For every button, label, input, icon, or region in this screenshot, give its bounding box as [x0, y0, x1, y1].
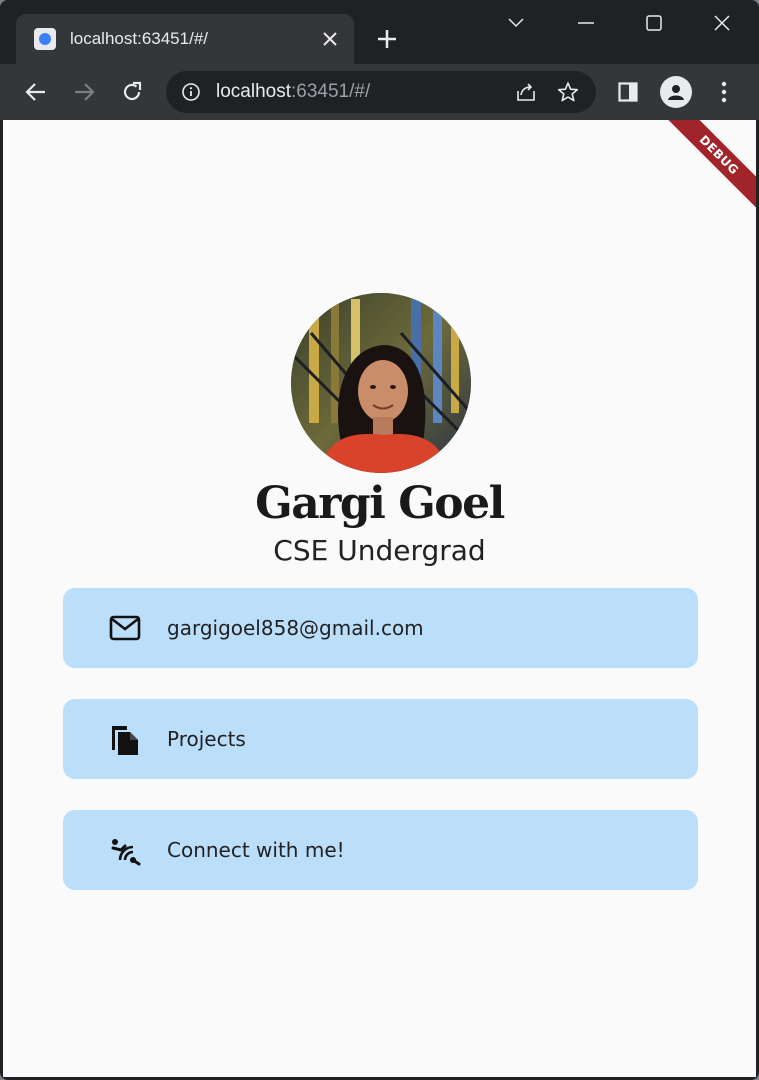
url-path: :63451/#/ [291, 81, 371, 102]
minimize-icon[interactable] [566, 8, 606, 38]
profile-subtitle: CSE Undergrad [273, 534, 486, 567]
favicon-icon [34, 28, 56, 50]
email-label: gargigoel858@gmail.com [167, 616, 424, 640]
side-panel-icon[interactable] [612, 76, 644, 108]
debug-banner: DEBUG [658, 120, 756, 216]
file-copy-icon [109, 723, 141, 755]
app-page: DEBUG Gargi Goel CSE Undergrad gargigoel… [3, 120, 756, 1077]
back-icon[interactable] [20, 76, 52, 108]
connect-card[interactable]: Connect with me! [63, 810, 698, 890]
reload-icon[interactable] [116, 76, 148, 108]
maximize-icon[interactable] [634, 8, 674, 38]
site-info-icon[interactable] [181, 82, 201, 102]
browser-tab[interactable]: localhost:63451/#/ [16, 14, 354, 64]
profile-name: Gargi Goel [255, 478, 505, 529]
mail-icon [109, 612, 141, 644]
url-text: localhost:63451/#/ [216, 81, 512, 103]
projects-card[interactable]: Projects [63, 699, 698, 779]
browser-toolbar: localhost:63451/#/ [0, 64, 759, 120]
close-tab-icon[interactable] [318, 27, 342, 51]
tab-search-icon[interactable] [496, 8, 536, 38]
connect-label: Connect with me! [167, 838, 345, 862]
address-bar[interactable]: localhost:63451/#/ [166, 71, 596, 113]
new-tab-button[interactable] [372, 24, 402, 54]
close-window-icon[interactable] [702, 8, 742, 38]
forward-icon[interactable] [68, 76, 100, 108]
url-host: localhost [216, 81, 291, 102]
projects-label: Projects [167, 727, 246, 751]
tab-strip: localhost:63451/#/ [0, 0, 759, 64]
browser-window: localhost:63451/#/ localhost:63451/#/ DE… [0, 0, 759, 1080]
tab-title: localhost:63451/#/ [70, 29, 208, 48]
profile-photo [291, 293, 471, 473]
bookmark-star-icon[interactable] [554, 78, 582, 106]
email-card[interactable]: gargigoel858@gmail.com [63, 588, 698, 668]
connect-signal-icon [109, 834, 141, 866]
menu-kebab-icon[interactable] [708, 76, 740, 108]
profile-avatar-icon[interactable] [660, 76, 692, 108]
share-icon[interactable] [512, 78, 540, 106]
